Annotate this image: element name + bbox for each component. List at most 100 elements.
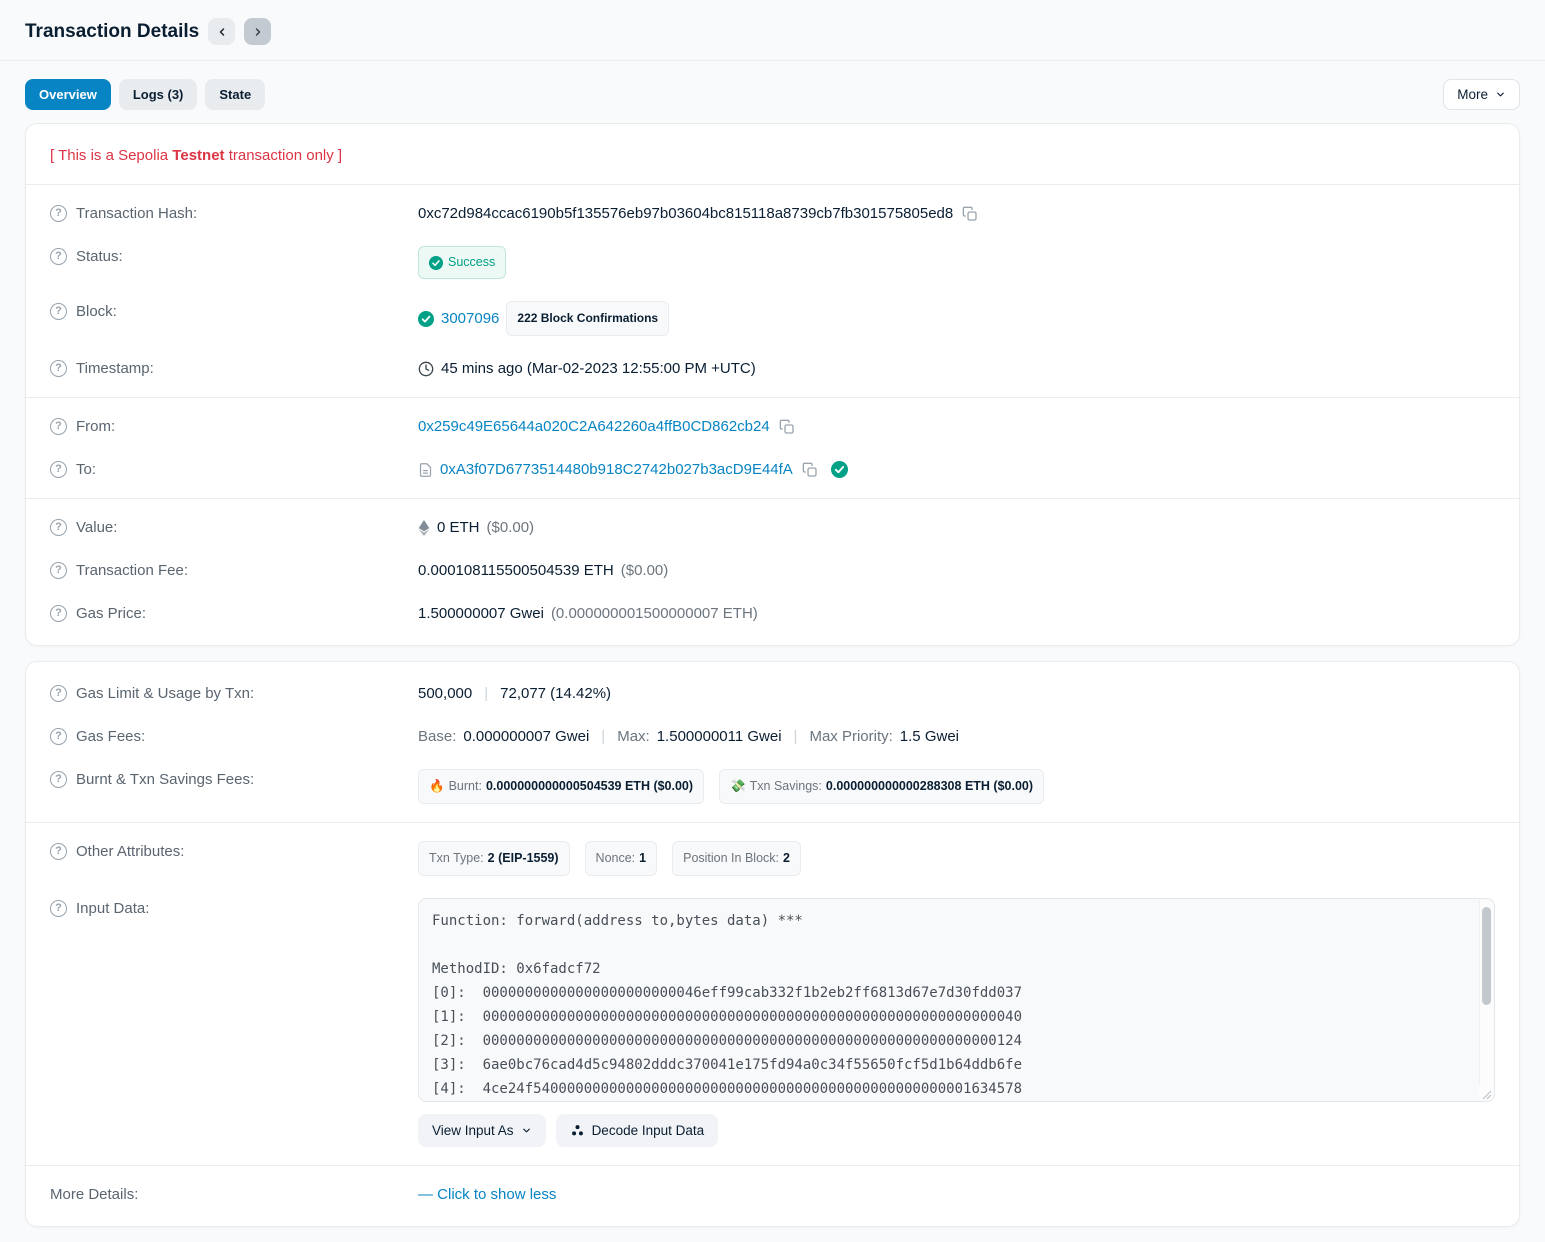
tab-logs[interactable]: Logs (3) (119, 79, 198, 110)
chevron-down-icon (1495, 89, 1506, 100)
txn-savings-value: 0.000000000000288308 ETH ($0.00) (826, 776, 1033, 797)
eth-icon (418, 520, 430, 536)
divider (26, 498, 1519, 499)
view-input-as-button[interactable]: View Input As (418, 1114, 546, 1147)
decode-input-data-button[interactable]: Decode Input Data (556, 1114, 719, 1147)
transaction-fee-row: Transaction Fee: 0.000108115500504539 ET… (50, 549, 1495, 592)
chevron-down-icon (521, 1125, 532, 1136)
fire-icon: 🔥 (429, 776, 445, 797)
to-label: To: (76, 459, 96, 480)
divider (26, 1165, 1519, 1166)
copy-to-address-button[interactable] (800, 462, 820, 478)
previous-transaction-button[interactable] (208, 18, 235, 45)
block-number-link[interactable]: 3007096 (441, 308, 499, 329)
more-button[interactable]: More (1443, 79, 1520, 110)
divider (26, 184, 1519, 185)
input-data-textarea[interactable]: Function: forward(address to,bytes data)… (418, 898, 1495, 1102)
timestamp-value: 45 mins ago (Mar-02-2023 12:55:00 PM +UT… (441, 358, 756, 379)
resize-grip-icon (1479, 1087, 1493, 1101)
status-badge: Success (418, 246, 506, 279)
to-row: To: 0xA3f07D6773514480b918C2742b027b3acD… (50, 448, 1495, 491)
help-icon (50, 562, 67, 579)
transaction-overview-card: [ This is a Sepolia Testnet transaction … (25, 123, 1520, 646)
position-in-block-badge: Position In Block: 2 (672, 841, 801, 876)
help-icon (50, 303, 67, 320)
input-data-row: Input Data: Function: forward(address to… (50, 887, 1495, 1158)
transaction-hash-label: Transaction Hash: (76, 203, 197, 224)
max-priority-fee-value: 1.5 Gwei (900, 726, 959, 747)
copy-icon (779, 419, 795, 435)
block-row: Block: 3007096 222 Block Confirmations (50, 290, 1495, 347)
transaction-hash-row: Transaction Hash: 0xc72d984ccac6190b5f13… (50, 192, 1495, 235)
decode-icon (570, 1123, 585, 1138)
tab-bar: Overview Logs (3) State More (25, 79, 1520, 110)
value-label: Value: (76, 517, 117, 538)
chevron-right-icon (252, 26, 264, 38)
check-circle-icon (418, 311, 434, 327)
burnt-fee-badge: 🔥 Burnt: 0.000000000000504539 ETH ($0.00… (418, 769, 704, 804)
scrollbar-thumb[interactable] (1482, 907, 1491, 1005)
input-data-content: Function: forward(address to,bytes data)… (419, 899, 1494, 1101)
gas-usage-value: 72,077 (14.42%) (500, 683, 611, 704)
burnt-label: Burnt: (449, 776, 482, 797)
timestamp-label: Timestamp: (76, 358, 154, 379)
help-icon (50, 248, 67, 265)
txn-savings-badge: 💸 Txn Savings: 0.000000000000288308 ETH … (719, 769, 1044, 804)
more-details-row: More Details: — Click to show less (50, 1173, 1495, 1216)
txn-type-badge: Txn Type: 2 (EIP-1559) (418, 841, 570, 876)
transaction-hash-value: 0xc72d984ccac6190b5f135576eb97b03604bc81… (418, 203, 953, 224)
transaction-fee-eth: 0.000108115500504539 ETH (418, 560, 614, 581)
resize-grip[interactable] (1479, 1086, 1493, 1100)
max-fee-label: Max: (617, 726, 650, 747)
value-row: Value: 0 ETH ($0.00) (50, 506, 1495, 549)
help-icon (50, 360, 67, 377)
burnt-value: 0.000000000000504539 ETH ($0.00) (486, 776, 693, 797)
gas-fees-row: Gas Fees: Base: 0.000000007 Gwei | Max: … (50, 715, 1495, 758)
testnet-warning: [ This is a Sepolia Testnet transaction … (50, 134, 1495, 177)
separator: | (596, 726, 610, 747)
tab-state[interactable]: State (205, 79, 265, 110)
help-icon (50, 900, 67, 917)
next-transaction-button[interactable] (244, 18, 271, 45)
nonce-badge: Nonce: 1 (585, 841, 658, 876)
value-usd: ($0.00) (487, 517, 535, 538)
transaction-fee-usd: ($0.00) (621, 560, 669, 581)
gas-price-row: Gas Price: 1.500000007 Gwei (0.000000001… (50, 592, 1495, 635)
transaction-details-card: Gas Limit & Usage by Txn: 500,000 | 72,0… (25, 661, 1520, 1227)
to-address-link[interactable]: 0xA3f07D6773514480b918C2742b027b3acD9E44… (440, 459, 793, 480)
copy-hash-button[interactable] (960, 206, 980, 222)
from-address-link[interactable]: 0x259c49E65644a020C2A642260a4ffB0CD862cb… (418, 416, 770, 437)
separator: | (479, 683, 493, 704)
burnt-savings-label: Burnt & Txn Savings Fees: (76, 769, 254, 790)
gas-price-eth: (0.000000001500000007 ETH) (551, 603, 758, 624)
contract-file-icon (418, 462, 433, 478)
gas-price-label: Gas Price: (76, 603, 146, 624)
copy-icon (962, 206, 978, 222)
help-icon (50, 771, 67, 788)
transaction-fee-label: Transaction Fee: (76, 560, 188, 581)
gas-fees-label: Gas Fees: (76, 726, 145, 747)
more-details-label: More Details: (50, 1184, 138, 1205)
block-label: Block: (76, 301, 117, 322)
divider (0, 60, 1545, 61)
chevron-left-icon (216, 26, 228, 38)
page-title: Transaction Details (25, 21, 199, 43)
show-less-link[interactable]: — Click to show less (418, 1184, 556, 1205)
other-attributes-row: Other Attributes: Txn Type: 2 (EIP-1559)… (50, 830, 1495, 887)
verified-check-icon (831, 461, 848, 478)
txn-savings-label: Txn Savings: (750, 776, 822, 797)
clock-icon (418, 361, 434, 377)
gas-limit-row: Gas Limit & Usage by Txn: 500,000 | 72,0… (50, 672, 1495, 715)
input-data-label: Input Data: (76, 898, 149, 919)
base-fee-value: 0.000000007 Gwei (463, 726, 589, 747)
help-icon (50, 685, 67, 702)
max-fee-value: 1.500000011 Gwei (657, 726, 782, 747)
other-attributes-label: Other Attributes: (76, 841, 184, 862)
block-confirmations-badge: 222 Block Confirmations (506, 301, 669, 336)
value-eth: 0 ETH (437, 517, 480, 538)
help-icon (50, 461, 67, 478)
more-button-label: More (1457, 87, 1488, 102)
tab-overview[interactable]: Overview (25, 79, 111, 110)
copy-from-address-button[interactable] (777, 419, 797, 435)
status-label: Status: (76, 246, 123, 267)
